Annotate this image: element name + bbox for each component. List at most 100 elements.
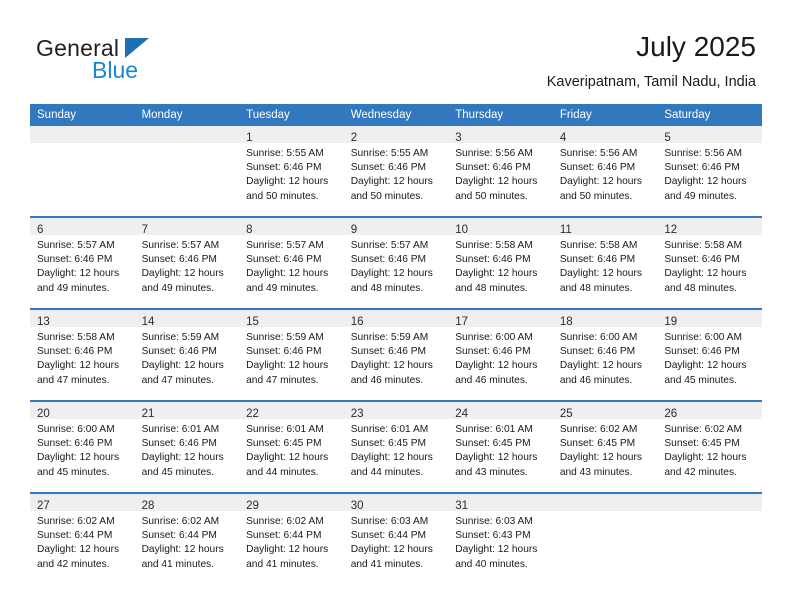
day-number: 16 <box>350 316 364 328</box>
day-cell-body: Sunrise: 6:02 AM Sunset: 6:45 PM Daylight:… <box>657 419 762 480</box>
sunrise-text: Sunrise: 6:01 AM <box>350 424 429 435</box>
day-number: 18 <box>559 316 573 328</box>
day-cell-inner <box>30 126 135 214</box>
calendar-day-cell[interactable]: 1 Sunrise: 5:55 AM Sunset: 6:46 PM Daylight… <box>239 126 344 217</box>
calendar-day-cell[interactable]: 15 Sunrise: 5:59 AM Sunset: 6:46 PM Dayligh… <box>239 308 344 401</box>
day-cell-body: Sunrise: 5:59 AM Sunset: 6:46 PM Daylight:… <box>344 327 449 388</box>
calendar-day-cell[interactable]: 13 Sunrise: 5:58 AM Sunset: 6:46 PM Dayligh… <box>30 308 135 401</box>
day-number: 25 <box>559 408 573 420</box>
sunset-text: Sunset: 6:46 PM <box>141 254 217 266</box>
calendar-day-cell[interactable]: 3 Sunrise: 5:56 AM Sunset: 6:46 PM Daylight… <box>448 126 553 217</box>
calendar-day-cell[interactable]: 5 Sunrise: 5:56 AM Sunset: 6:46 PM Daylight… <box>657 126 762 217</box>
calendar-day-cell[interactable]: 16 Sunrise: 5:59 AM Sunset: 6:46 PM Dayligh… <box>343 308 449 401</box>
sunset-text: Sunset: 6:46 PM <box>37 438 113 450</box>
daylight-text-line1: Daylight: 12 hours <box>559 268 642 280</box>
day-cell-inner <box>552 494 658 582</box>
daylight-text-line2: and 40 minutes. <box>455 558 528 570</box>
daylight-text-line1: Daylight: 12 hours <box>141 268 224 280</box>
calendar-day-cell[interactable]: 30 Sunrise: 6:03 AM Sunset: 6:44 PM Dayligh… <box>343 492 449 584</box>
calendar-day-cell[interactable]: 9 Sunrise: 5:57 AM Sunset: 6:46 PM Daylight… <box>343 216 449 309</box>
sunrise-text: Sunrise: 6:01 AM <box>455 424 533 435</box>
sunset-text: Sunset: 6:46 PM <box>37 346 113 358</box>
day-cell-inner: 23 Sunrise: 6:01 AM Sunset: 6:45 PM Dayligh… <box>343 402 449 490</box>
day-cell-body: Sunrise: 6:01 AM Sunset: 6:45 PM Daylight:… <box>239 419 344 480</box>
day-cell-inner: 31 Sunrise: 6:03 AM Sunset: 6:43 PM Dayligh… <box>448 494 553 582</box>
day-number-band: 19 <box>657 310 762 328</box>
sunset-text: Sunset: 6:46 PM <box>559 254 636 266</box>
sunrise-text: Sunrise: 5:58 AM <box>559 240 638 251</box>
calendar-day-cell[interactable]: 24 Sunrise: 6:01 AM Sunset: 6:45 PM Dayligh… <box>448 400 553 493</box>
daylight-text-line2: and 43 minutes. <box>455 466 528 478</box>
sunset-text: Sunset: 6:46 PM <box>455 162 531 174</box>
sunrise-text: Sunrise: 5:58 AM <box>455 240 533 251</box>
calendar-day-cell[interactable]: 12 Sunrise: 5:58 AM Sunset: 6:46 PM Dayligh… <box>657 216 762 309</box>
sunrise-text: Sunrise: 5:57 AM <box>141 240 220 251</box>
calendar-header-row: Sunday Monday Tuesday Wednesday Thursday… <box>30 104 762 126</box>
day-number: 2 <box>350 132 358 144</box>
calendar-day-cell[interactable]: 28 Sunrise: 6:02 AM Sunset: 6:44 PM Dayligh… <box>134 492 240 584</box>
daylight-text-line2: and 44 minutes. <box>246 466 319 478</box>
calendar-day-cell[interactable]: 19 Sunrise: 6:00 AM Sunset: 6:46 PM Dayligh… <box>657 308 762 401</box>
sunset-text: Sunset: 6:46 PM <box>559 162 636 174</box>
calendar-day-cell[interactable]: 21 Sunrise: 6:01 AM Sunset: 6:46 PM Dayligh… <box>134 400 240 493</box>
calendar-day-cell[interactable]: 27 Sunrise: 6:02 AM Sunset: 6:44 PM Dayligh… <box>30 492 135 584</box>
calendar-day-cell[interactable]: 23 Sunrise: 6:01 AM Sunset: 6:45 PM Dayligh… <box>343 400 449 493</box>
day-cell-body: Sunrise: 5:59 AM Sunset: 6:46 PM Daylight:… <box>135 327 240 388</box>
calendar-day-cell[interactable]: 17 Sunrise: 6:00 AM Sunset: 6:46 PM Dayligh… <box>448 308 553 401</box>
calendar-day-cell[interactable]: 25 Sunrise: 6:02 AM Sunset: 6:45 PM Dayligh… <box>552 400 658 493</box>
calendar-day-cell[interactable]: 4 Sunrise: 5:56 AM Sunset: 6:46 PM Daylight… <box>552 126 658 217</box>
sunrise-text: Sunrise: 5:55 AM <box>246 148 324 159</box>
daylight-text-line1: Daylight: 12 hours <box>246 452 329 464</box>
calendar-day-cell[interactable]: 18 Sunrise: 6:00 AM Sunset: 6:46 PM Dayligh… <box>552 308 658 401</box>
day-number-band: 21 <box>134 402 240 420</box>
daylight-text-line2: and 41 minutes. <box>141 558 215 570</box>
calendar-day-cell[interactable]: 6 Sunrise: 5:57 AM Sunset: 6:46 PM Daylight… <box>30 216 135 309</box>
day-number-band: 4 <box>552 126 658 144</box>
day-cell-body: Sunrise: 6:01 AM Sunset: 6:45 PM Daylight:… <box>344 419 449 480</box>
day-number: 8 <box>246 224 253 236</box>
day-number: 31 <box>455 500 469 512</box>
weekday-header-wednesday: Wednesday <box>343 104 449 126</box>
daylight-text-line2: and 45 minutes. <box>141 466 215 478</box>
day-cell-body: Sunrise: 5:58 AM Sunset: 6:46 PM Daylight:… <box>448 235 553 296</box>
calendar-day-cell[interactable]: 10 Sunrise: 5:58 AM Sunset: 6:46 PM Dayligh… <box>448 216 553 309</box>
daylight-text-line1: Daylight: 12 hours <box>455 176 538 188</box>
calendar-day-cell[interactable]: 20 Sunrise: 6:00 AM Sunset: 6:46 PM Dayligh… <box>30 400 135 493</box>
calendar-day-cell[interactable]: 7 Sunrise: 5:57 AM Sunset: 6:46 PM Daylight… <box>134 216 240 309</box>
calendar-day-cell[interactable]: 8 Sunrise: 5:57 AM Sunset: 6:46 PM Daylight… <box>239 216 344 309</box>
day-cell-inner: 1 Sunrise: 5:55 AM Sunset: 6:46 PM Daylight… <box>239 126 344 214</box>
day-cell-inner: 7 Sunrise: 5:57 AM Sunset: 6:46 PM Daylight… <box>134 218 240 306</box>
daylight-text-line2: and 50 minutes. <box>350 190 424 202</box>
calendar-day-cell[interactable]: 26 Sunrise: 6:02 AM Sunset: 6:45 PM Dayligh… <box>657 400 762 493</box>
weekday-header-sunday: Sunday <box>30 104 135 126</box>
calendar-day-cell[interactable]: 14 Sunrise: 5:59 AM Sunset: 6:46 PM Dayligh… <box>134 308 240 401</box>
calendar-day-cell[interactable]: 2 Sunrise: 5:55 AM Sunset: 6:46 PM Daylight… <box>343 126 449 217</box>
sunset-text: Sunset: 6:46 PM <box>246 346 322 358</box>
sunset-text: Sunset: 6:46 PM <box>455 346 531 358</box>
calendar-day-cell[interactable]: 11 Sunrise: 5:58 AM Sunset: 6:46 PM Dayligh… <box>552 216 658 309</box>
calendar-day-cell[interactable]: 22 Sunrise: 6:01 AM Sunset: 6:45 PM Dayligh… <box>239 400 344 493</box>
day-number-band: 7 <box>134 218 240 236</box>
daylight-text-line1: Daylight: 12 hours <box>664 360 747 372</box>
day-cell-inner: 25 Sunrise: 6:02 AM Sunset: 6:45 PM Dayligh… <box>552 402 658 490</box>
day-number: 30 <box>350 500 364 512</box>
calendar-day-cell[interactable]: 31 Sunrise: 6:03 AM Sunset: 6:43 PM Dayligh… <box>448 492 553 584</box>
day-number-band: 8 <box>239 218 344 236</box>
day-number: 28 <box>141 500 155 512</box>
general-blue-logo[interactable]: General Blue <box>36 36 216 82</box>
daylight-text-line2: and 42 minutes. <box>37 558 110 570</box>
day-cell-body: Sunrise: 5:56 AM Sunset: 6:46 PM Daylight:… <box>448 143 553 204</box>
calendar-day-cell[interactable]: 29 Sunrise: 6:02 AM Sunset: 6:44 PM Dayligh… <box>239 492 344 584</box>
daylight-text-line1: Daylight: 12 hours <box>37 544 120 556</box>
sunrise-text: Sunrise: 5:56 AM <box>455 148 533 159</box>
sunset-text: Sunset: 6:46 PM <box>141 438 217 450</box>
daylight-text-line1: Daylight: 12 hours <box>559 176 642 188</box>
day-cell-inner: 16 Sunrise: 5:59 AM Sunset: 6:46 PM Dayligh… <box>343 310 449 398</box>
day-number: 1 <box>246 132 253 144</box>
day-number-band: 22 <box>239 402 344 420</box>
sunrise-text: Sunrise: 5:58 AM <box>664 240 742 251</box>
daylight-text-line1: Daylight: 12 hours <box>246 268 329 280</box>
sunrise-text: Sunrise: 5:59 AM <box>246 332 324 343</box>
day-number-band: 12 <box>657 218 762 236</box>
sunset-text: Sunset: 6:45 PM <box>350 438 427 450</box>
